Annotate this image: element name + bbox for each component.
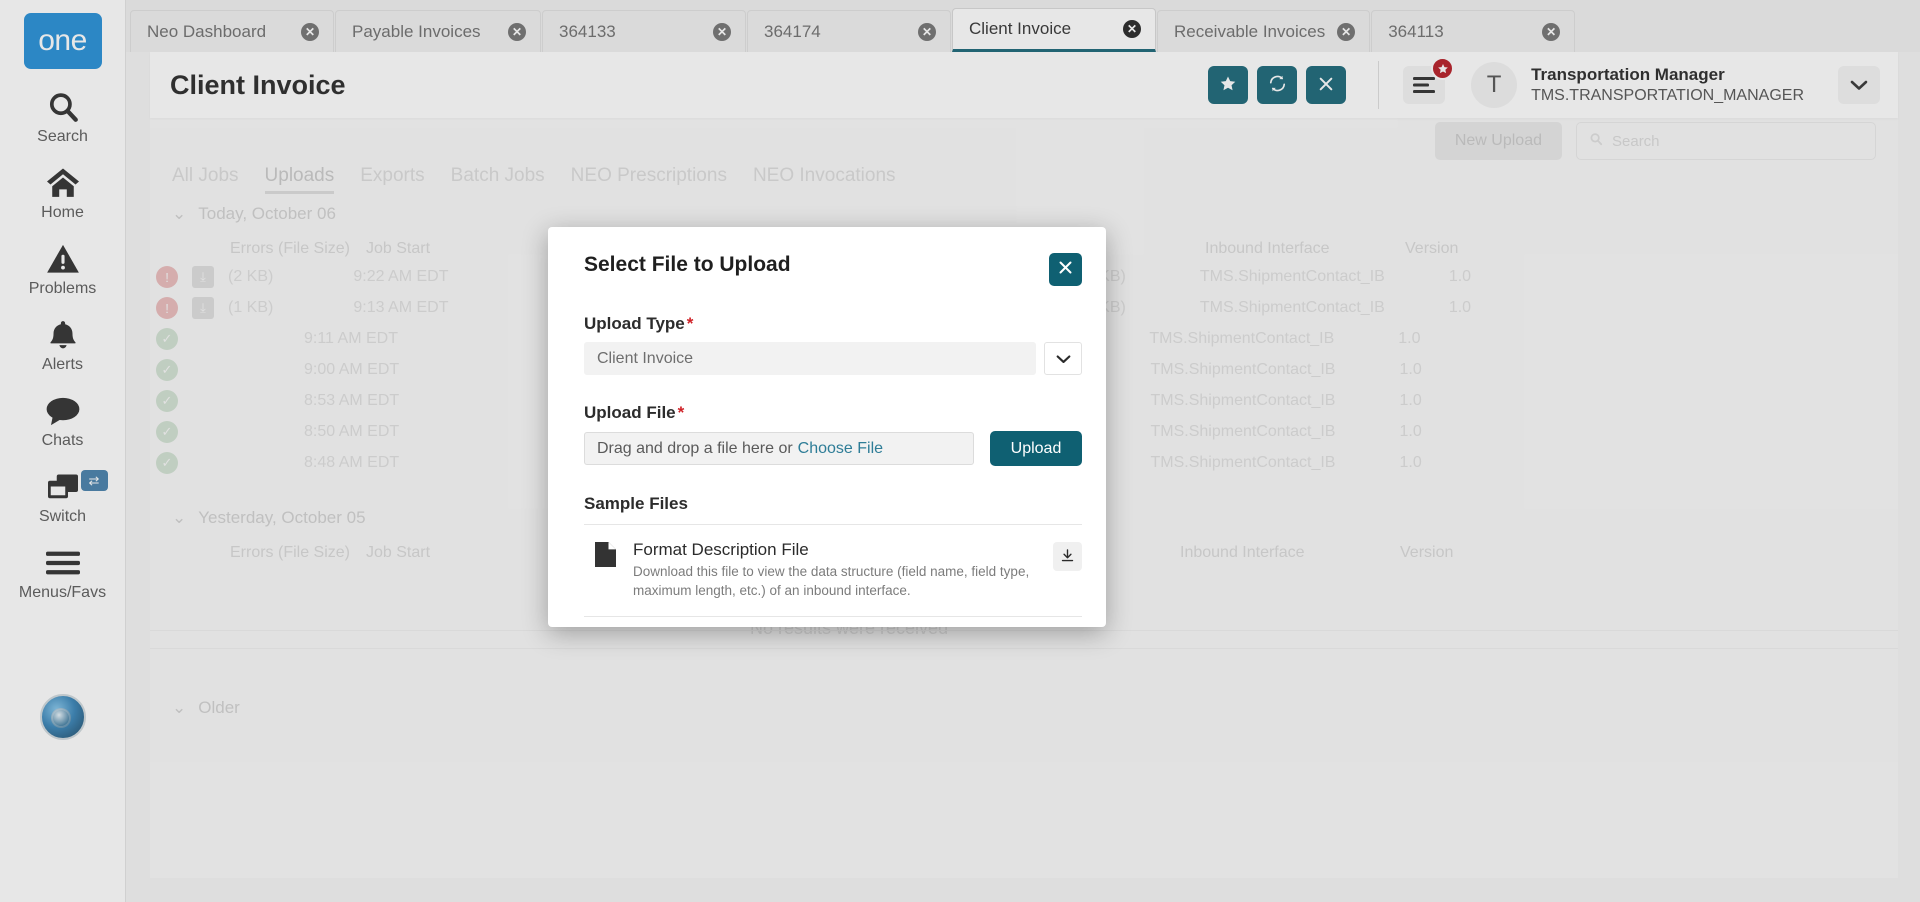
upload-file-label: Upload File*	[584, 403, 1082, 423]
select-file-to-upload-dialog: Select File to Upload Upload Type* Clien…	[548, 227, 1106, 627]
download-button[interactable]	[1053, 542, 1082, 571]
modal-title: Select File to Upload	[584, 253, 791, 277]
download-icon	[1060, 548, 1075, 566]
choose-file-link[interactable]: Choose File	[798, 440, 883, 458]
list-item[interactable]: Format Description File Download this fi…	[584, 524, 1082, 616]
upload-type-select[interactable]: Client Invoice	[584, 342, 1036, 375]
required-marker: *	[678, 403, 685, 422]
sample-files-heading: Sample Files	[584, 494, 1082, 514]
upload-file-label-text: Upload File	[584, 403, 676, 422]
upload-file-row: Drag and drop a file here or Choose File…	[584, 431, 1082, 466]
modal-body: Upload Type* Client Invoice Upload File*…	[548, 314, 1106, 627]
upload-type-row: Client Invoice	[584, 342, 1082, 375]
dropzone-text: Drag and drop a file here or	[597, 440, 793, 458]
x-icon	[1058, 259, 1073, 280]
sample-file-name: Format Description File	[633, 540, 809, 559]
file-dropzone[interactable]: Drag and drop a file here or Choose File	[584, 432, 974, 465]
sample-files-list: Format Description File Download this fi…	[584, 524, 1082, 627]
modal-close-button[interactable]	[1049, 253, 1082, 286]
list-item[interactable]: Template File Download this file to use …	[584, 616, 1082, 627]
modal-header: Select File to Upload	[548, 227, 1106, 286]
upload-type-label: Upload Type*	[584, 314, 1082, 334]
upload-type-label-text: Upload Type	[584, 314, 685, 333]
upload-button[interactable]: Upload	[990, 431, 1082, 466]
app-root: one Search Home	[0, 0, 1920, 902]
sample-file-description: Download this file to view the data stru…	[633, 563, 1036, 600]
chevron-down-icon	[1056, 354, 1071, 364]
upload-type-dropdown-toggle[interactable]	[1044, 342, 1082, 375]
sample-file-text: Format Description File Download this fi…	[633, 540, 1036, 601]
required-marker: *	[687, 314, 694, 333]
file-icon	[595, 542, 616, 572]
